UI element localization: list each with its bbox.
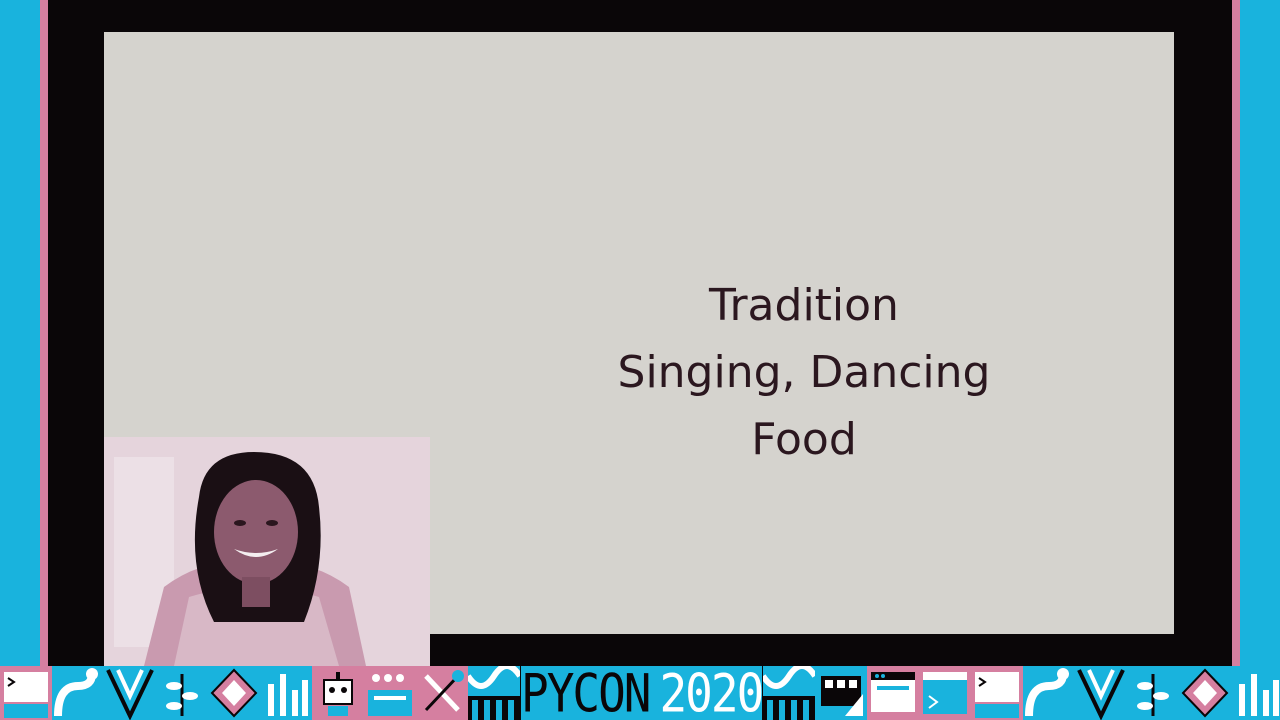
slide-line-1: Tradition bbox=[709, 280, 899, 331]
left-border-stripe bbox=[40, 0, 48, 666]
snake-icon bbox=[52, 666, 104, 720]
tools-icon bbox=[416, 666, 468, 720]
conference-footer-banner: PYCON 2020 bbox=[0, 662, 1280, 720]
slide-line-2: Singing, Dancing bbox=[617, 347, 991, 398]
diamond-icon bbox=[1179, 666, 1232, 720]
bars-icon bbox=[1231, 666, 1280, 720]
brand-year: 2020 bbox=[659, 661, 764, 720]
robot-icon bbox=[312, 666, 364, 720]
conference-video-frame: Tradition Singing, Dancing Food PYCON 20… bbox=[0, 0, 1280, 720]
terminal-icon bbox=[971, 666, 1024, 720]
snake-icon bbox=[1023, 666, 1076, 720]
terminal-icon bbox=[0, 666, 52, 720]
chevron-icon bbox=[104, 666, 156, 720]
brand-word: PYCON bbox=[521, 661, 651, 720]
window-icon bbox=[867, 666, 920, 720]
slide-line-3: Food bbox=[751, 414, 857, 465]
wave-icon bbox=[468, 666, 520, 720]
leaf-icon bbox=[1127, 666, 1180, 720]
pycon-2020-logo: PYCON 2020 bbox=[520, 662, 764, 720]
leaf-icon bbox=[156, 666, 208, 720]
shapes-icon bbox=[815, 666, 868, 720]
chevron-icon bbox=[1075, 666, 1128, 720]
diamond-icon bbox=[208, 666, 260, 720]
left-border bbox=[0, 0, 40, 666]
keyboard-icon bbox=[364, 666, 416, 720]
bars-icon bbox=[260, 666, 312, 720]
slide-text-block: Tradition Singing, Dancing Food bbox=[504, 272, 1104, 473]
browser-icon bbox=[919, 666, 972, 720]
right-border bbox=[1240, 0, 1280, 666]
right-border-stripe bbox=[1232, 0, 1240, 666]
wave-icon bbox=[763, 666, 816, 720]
speaker-webcam-feed bbox=[104, 437, 430, 666]
speaker-silhouette bbox=[104, 437, 430, 666]
